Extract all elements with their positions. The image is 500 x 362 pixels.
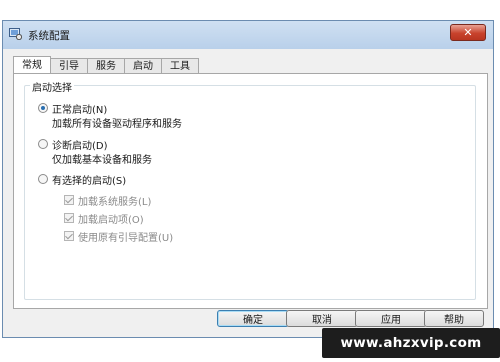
system-config-window: 系统配置 ✕ 常规 引导 服务 启动 工具 启动选择 正常启动(N) 加载所有设… — [2, 20, 494, 338]
load-system-services-label: 加载系统服务(L) — [78, 197, 152, 208]
normal-startup-description: 加载所有设备驱动程序和服务 — [52, 119, 182, 130]
general-tab-panel: 启动选择 正常启动(N) 加载所有设备驱动程序和服务 诊断启动(D) 仅加载基本… — [13, 73, 488, 309]
system-config-icon — [9, 28, 22, 40]
load-startup-items-label: 加载启动项(O) — [78, 215, 144, 226]
use-original-boot-config-label: 使用原有引导配置(U) — [78, 233, 174, 244]
tab-services[interactable]: 服务 — [87, 58, 125, 73]
tab-general[interactable]: 常规 — [13, 56, 51, 73]
normal-startup-radio[interactable] — [38, 103, 48, 113]
tab-tools[interactable]: 工具 — [161, 58, 199, 73]
tab-bar: 常规 引导 服务 启动 工具 — [13, 56, 199, 74]
load-system-services-checkbox[interactable] — [64, 195, 74, 205]
group-title: 启动选择 — [30, 79, 74, 94]
cancel-button[interactable]: 取消 — [286, 310, 358, 327]
normal-startup-label[interactable]: 正常启动(N) — [52, 101, 107, 116]
close-button[interactable]: ✕ — [450, 24, 486, 41]
use-original-boot-config-checkbox[interactable] — [64, 231, 74, 241]
selective-startup-label[interactable]: 有选择的启动(S) — [52, 172, 126, 187]
diagnostic-startup-radio[interactable] — [38, 139, 48, 149]
load-startup-items-checkbox[interactable] — [64, 213, 74, 223]
diagnostic-startup-label[interactable]: 诊断启动(D) — [52, 137, 108, 152]
help-button[interactable]: 帮助 — [424, 310, 484, 327]
diagnostic-startup-description: 仅加载基本设备和服务 — [52, 155, 152, 166]
watermark-text: www.ahzxvip.com — [340, 335, 482, 351]
close-icon: ✕ — [463, 26, 473, 39]
startup-selection-group: 启动选择 正常启动(N) 加载所有设备驱动程序和服务 诊断启动(D) 仅加载基本… — [24, 79, 476, 300]
selective-startup-radio[interactable] — [38, 174, 48, 184]
title-bar[interactable]: 系统配置 ✕ — [3, 21, 493, 49]
ok-button[interactable]: 确定 — [217, 310, 289, 327]
tab-startup[interactable]: 启动 — [124, 58, 162, 73]
window-title: 系统配置 — [28, 30, 70, 42]
watermark-banner: www.ahzxvip.com — [322, 328, 500, 358]
tab-boot[interactable]: 引导 — [50, 58, 88, 73]
apply-button[interactable]: 应用 — [355, 310, 427, 327]
